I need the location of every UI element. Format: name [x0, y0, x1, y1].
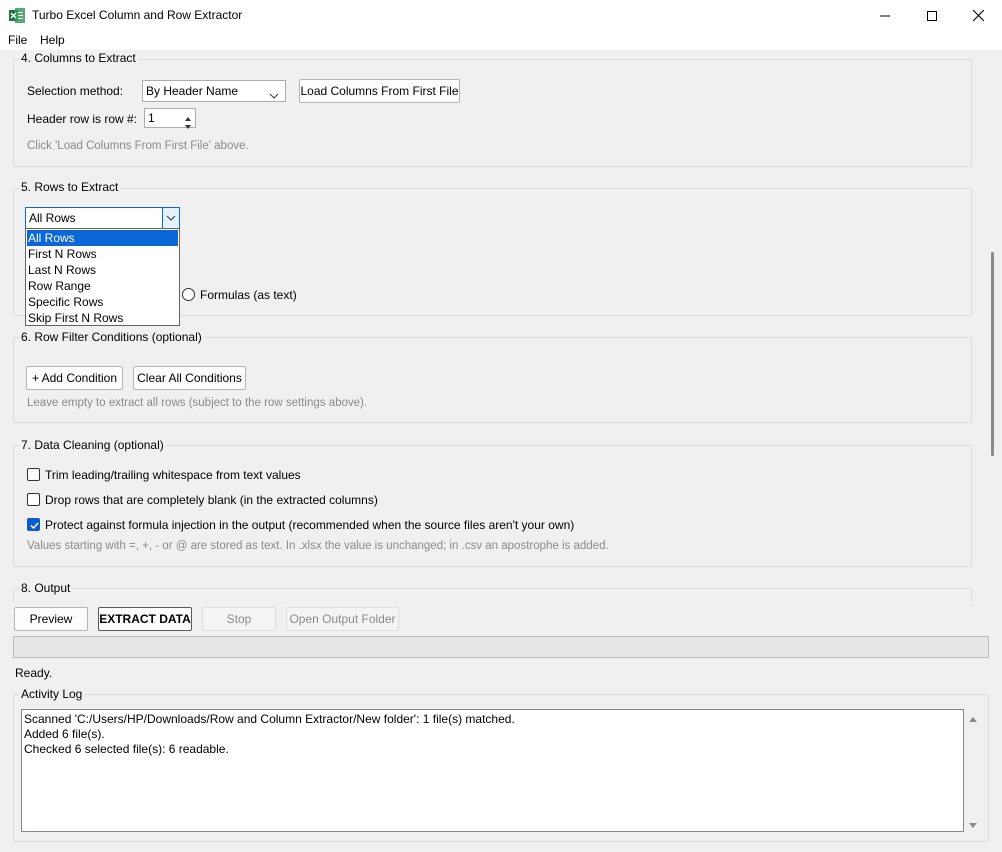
scroll-down-icon[interactable] [967, 820, 979, 830]
header-row-spinner[interactable]: 1 [144, 108, 196, 129]
protect-checkbox[interactable] [27, 518, 40, 531]
section4-title: 4. Columns to Extract [19, 51, 138, 65]
dropdown-option[interactable]: Specific Rows [27, 294, 178, 310]
output-group [13, 588, 972, 602]
menu-bar: File Help [0, 31, 1002, 50]
checkmark-icon [30, 522, 39, 530]
stop-button[interactable]: Stop [202, 607, 276, 631]
progress-bar [13, 636, 989, 658]
activity-log-textbox[interactable]: Scanned 'C:/Users/HP/Downloads/Row and C… [21, 709, 964, 832]
window-title: Turbo Excel Column and Row Extractor [32, 8, 243, 22]
close-button[interactable] [955, 0, 1001, 31]
dropdown-option[interactable]: First N Rows [27, 246, 178, 262]
section7-title: 7. Data Cleaning (optional) [19, 438, 166, 452]
scroll-up-icon[interactable] [967, 713, 979, 723]
open-output-folder-button[interactable]: Open Output Folder [286, 607, 399, 631]
status-text: Ready. [15, 666, 53, 680]
extract-data-button[interactable]: EXTRACT DATA [98, 607, 192, 631]
preview-button[interactable]: Preview [14, 607, 88, 631]
formulas-radio[interactable] [182, 288, 195, 301]
protect-label: Protect against formula injection in the… [45, 518, 575, 532]
dropdown-option[interactable]: Row Range [27, 278, 178, 294]
formulas-label: Formulas (as text) [200, 288, 297, 302]
rows-mode-value: All Rows [29, 211, 76, 225]
section5-title: 5. Rows to Extract [19, 180, 121, 194]
section8-title: 8. Output [19, 581, 73, 595]
selection-method-label: Selection method: [27, 84, 124, 98]
section6-hint: Leave empty to extract all rows (subject… [27, 397, 368, 409]
minimize-button[interactable] [862, 0, 908, 31]
dropdown-option[interactable]: All Rows [27, 230, 178, 246]
dropdown-option[interactable]: Skip First N Rows [27, 310, 178, 326]
selection-method-combo[interactable]: By Header Name [142, 80, 286, 102]
maximize-button[interactable] [909, 0, 955, 31]
header-row-label: Header row is row #: [27, 112, 138, 126]
title-bar: Turbo Excel Column and Row Extractor [0, 0, 1002, 31]
rows-mode-dropdown-list: All Rows First N Rows Last N Rows Row Ra… [25, 228, 180, 326]
section4-hint: Click 'Load Columns From First File' abo… [27, 140, 249, 152]
vertical-scrollbar[interactable] [991, 252, 994, 456]
dropdown-option[interactable]: Last N Rows [27, 262, 178, 278]
add-condition-button[interactable]: + Add Condition [26, 366, 123, 390]
trim-label: Trim leading/trailing whitespace from te… [45, 468, 301, 482]
dropdown-button[interactable] [162, 208, 179, 228]
spin-down-icon[interactable] [184, 119, 192, 133]
chevron-down-icon [269, 88, 279, 102]
activity-log-title: Activity Log [19, 687, 85, 701]
log-line: Added 6 file(s). [24, 727, 105, 741]
app-icon [9, 8, 25, 23]
section6-title: 6. Row Filter Conditions (optional) [19, 330, 204, 344]
trim-checkbox[interactable] [27, 468, 40, 481]
log-line: Scanned 'C:/Users/HP/Downloads/Row and C… [24, 712, 515, 726]
drop-blank-label: Drop rows that are completely blank (in … [45, 493, 378, 507]
clear-conditions-button[interactable]: Clear All Conditions [133, 366, 246, 390]
menu-file[interactable]: File [8, 33, 27, 47]
menu-help[interactable]: Help [40, 33, 65, 47]
drop-blank-checkbox[interactable] [27, 493, 40, 506]
section7-hint: Values starting with =, +, - or @ are st… [27, 540, 609, 552]
rows-mode-combo[interactable]: All Rows [25, 207, 180, 229]
selection-method-value: By Header Name [146, 84, 239, 98]
load-columns-button[interactable]: Load Columns From First File [299, 79, 460, 103]
log-line: Checked 6 selected file(s): 6 readable. [24, 742, 229, 756]
header-row-value: 1 [148, 111, 155, 125]
